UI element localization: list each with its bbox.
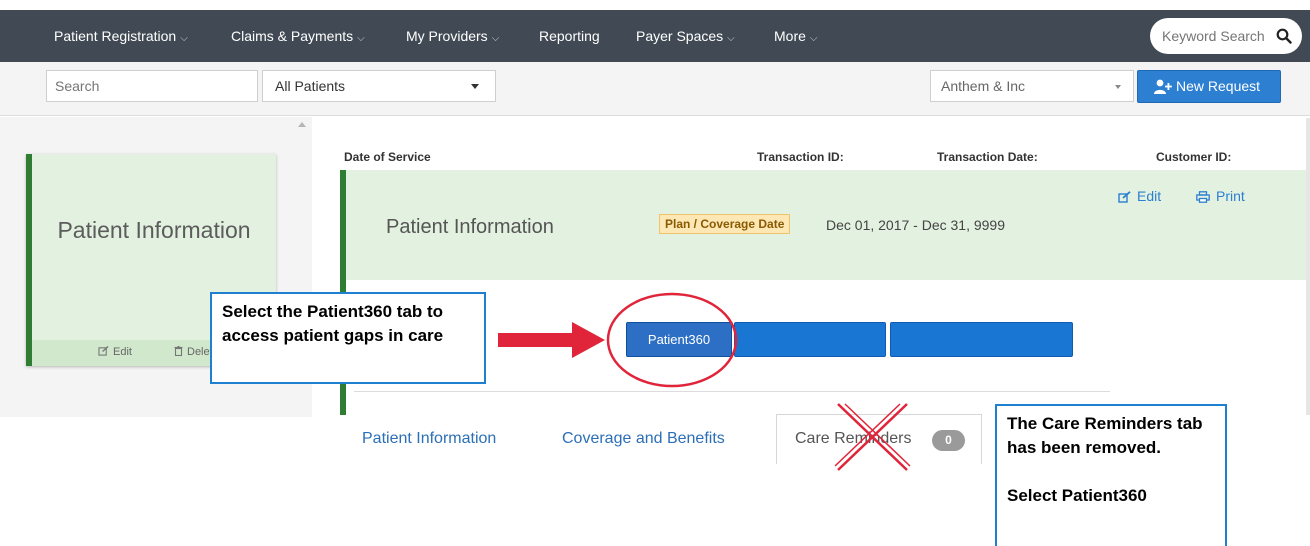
nav-label: Reporting: [539, 28, 600, 44]
scroll-up-arrow-icon[interactable]: [298, 122, 306, 127]
callout-spacer: [1007, 460, 1215, 484]
header-date-of-service: Date of Service: [344, 150, 431, 164]
search-icon[interactable]: [1276, 28, 1292, 44]
caret-down-icon: [471, 84, 479, 89]
plan-coverage-dates: Dec 01, 2017 - Dec 31, 9999: [826, 217, 1006, 233]
keyword-search-box[interactable]: [1150, 18, 1302, 54]
nav-item-patient-registration[interactable]: Patient Registration ⌵: [54, 10, 188, 62]
callout-right-text-2: Select Patient360: [1007, 486, 1147, 505]
payer-select[interactable]: Anthem & Inc: [930, 70, 1134, 102]
card-edit-label: Edit: [113, 346, 132, 358]
tab-care-reminders[interactable]: Care Reminders 0: [776, 414, 982, 464]
nav-item-reporting[interactable]: Reporting: [539, 10, 600, 62]
nav-label: Patient Registration: [54, 28, 177, 44]
toolbar: All Patients Anthem & Inc New Request: [0, 62, 1310, 116]
keyword-search-input[interactable]: [1162, 18, 1277, 54]
nav-item-more[interactable]: More ⌵: [774, 10, 818, 62]
nav-item-my-providers[interactable]: My Providers ⌵: [406, 10, 499, 62]
trash-icon: [174, 346, 183, 357]
page-scrollbar[interactable]: [1306, 118, 1310, 415]
edit-icon: [1118, 191, 1131, 203]
chevron-down-icon: ⌵: [809, 33, 818, 44]
caret-down-icon: [1115, 85, 1121, 89]
card-delete-label: Delet: [187, 346, 213, 358]
nav-item-payer-spaces[interactable]: Payer Spaces ⌵: [636, 10, 735, 62]
care-reminders-label: Care Reminders: [795, 430, 912, 447]
patient-filter-value: All Patients: [275, 78, 346, 94]
patient-search-input[interactable]: [46, 70, 258, 102]
nav-label: Claims & Payments: [231, 28, 354, 44]
card-delete-button[interactable]: Delet: [174, 346, 213, 358]
info-edit-link[interactable]: Edit: [1118, 188, 1161, 204]
patient-card-title: Patient Information: [57, 217, 251, 243]
new-request-label: New Request: [1176, 78, 1261, 94]
tab-patient360[interactable]: Patient360: [626, 322, 732, 357]
patient-info-title: Patient Information: [386, 216, 554, 238]
patient-filter-select[interactable]: All Patients: [262, 70, 496, 102]
new-request-button[interactable]: New Request: [1137, 70, 1281, 103]
chevron-down-icon: ⌵: [357, 33, 365, 44]
callout-care-reminders-removed: The Care Reminders tab has been removed.…: [995, 404, 1227, 546]
card-edit-button[interactable]: Edit: [98, 345, 132, 358]
header-transaction-date: Transaction Date:: [937, 150, 1038, 164]
section-divider: [354, 391, 1110, 392]
payer-value: Anthem & Inc: [941, 78, 1026, 94]
add-user-icon: [1154, 79, 1172, 94]
top-navigation-bar: Patient Registration ⌵ Claims & Payments ⌵…: [0, 10, 1310, 62]
chevron-down-icon: ⌵: [727, 33, 735, 44]
plan-coverage-badge: Plan / Coverage Date: [659, 214, 791, 234]
info-edit-label: Edit: [1137, 188, 1162, 204]
care-reminders-count-badge: 0: [932, 430, 965, 451]
chevron-down-icon: ⌵: [491, 33, 500, 44]
header-customer-id: Customer ID:: [1156, 150, 1232, 164]
print-icon: [1196, 191, 1210, 203]
chevron-down-icon: ⌵: [180, 33, 188, 44]
nav-item-claims-payments[interactable]: Claims & Payments ⌵: [231, 10, 365, 62]
callout-patient360: Select the Patient360 tab to access pati…: [210, 292, 486, 384]
header-transaction-id: Transaction ID:: [757, 150, 844, 164]
nav-label: Payer Spaces: [636, 28, 724, 44]
nav-label: More: [774, 28, 806, 44]
tab-coverage-and-benefits[interactable]: Coverage and Benefits: [562, 430, 725, 448]
tab-button-unlabeled-2[interactable]: [890, 322, 1073, 357]
info-print-link[interactable]: Print: [1196, 188, 1245, 204]
tab-button-unlabeled-1[interactable]: [734, 322, 886, 357]
callout-right-text-1: The Care Reminders tab has been removed.: [1007, 414, 1203, 457]
info-print-label: Print: [1216, 188, 1245, 204]
tab-patient-information[interactable]: Patient Information: [362, 430, 496, 448]
edit-icon: [98, 345, 109, 356]
nav-label: My Providers: [406, 28, 488, 44]
